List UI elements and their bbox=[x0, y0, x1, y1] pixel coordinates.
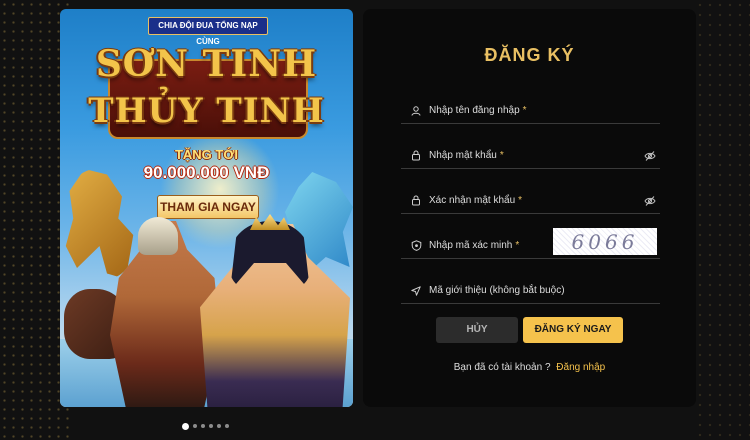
lock-icon bbox=[409, 194, 423, 208]
eye-slash-icon[interactable] bbox=[644, 149, 656, 161]
form-title: ĐĂNG KÝ bbox=[484, 45, 575, 65]
verification-code-placeholder: Nhập mã xác minh bbox=[429, 240, 513, 251]
register-now-button[interactable]: ĐĂNG KÝ NGAY bbox=[523, 317, 623, 343]
carousel-dot[interactable] bbox=[217, 424, 221, 428]
join-now-button[interactable]: THAM GIA NGAY bbox=[157, 195, 259, 219]
login-link[interactable]: Đăng nhập bbox=[556, 362, 605, 373]
user-icon bbox=[409, 104, 423, 118]
lock-icon bbox=[409, 149, 423, 163]
password-placeholder: Nhập mật khẩu bbox=[429, 150, 497, 161]
username-placeholder: Nhập tên đăng nhập bbox=[429, 105, 520, 116]
captcha-image[interactable]: 6066 bbox=[553, 228, 657, 255]
username-field[interactable]: Nhập tên đăng nhập * bbox=[401, 98, 660, 124]
eye-slash-icon[interactable] bbox=[644, 194, 656, 206]
cancel-button[interactable]: HỦY bbox=[436, 317, 518, 343]
banner-subtitle: TẶNG TỚI bbox=[174, 147, 239, 162]
confirm-password-field[interactable]: Xác nhận mật khẩu * bbox=[401, 188, 660, 214]
required-mark: * bbox=[499, 150, 504, 161]
background-pattern-right bbox=[695, 0, 750, 440]
send-icon bbox=[409, 284, 423, 298]
carousel-dot[interactable] bbox=[193, 424, 197, 428]
banner-title-line2: THỦY TINH bbox=[88, 91, 325, 131]
golden-horse-illustration bbox=[65, 169, 134, 279]
register-panel: ĐĂNG KÝ Nhập tên đăng nhập * Nhập mật kh… bbox=[363, 9, 696, 407]
password-field[interactable]: Nhập mật khẩu * bbox=[401, 143, 660, 169]
login-prompt-text: Bạn đã có tài khoản ? bbox=[453, 362, 551, 373]
login-prompt-line: Bạn đã có tài khoản ? Đăng nhập bbox=[363, 362, 696, 373]
referral-code-field[interactable]: Mã giới thiệu (không bắt buộc) bbox=[401, 278, 660, 304]
required-mark: * bbox=[518, 195, 523, 206]
carousel-dot[interactable] bbox=[225, 424, 229, 428]
carousel-dot-active[interactable] bbox=[182, 422, 189, 430]
carousel-dot[interactable] bbox=[209, 424, 213, 428]
promo-pill: CHIA ĐỘI ĐUA TỔNG NẠP CÙNG bbox=[148, 17, 268, 46]
referral-code-placeholder: Mã giới thiệu (không bắt buộc) bbox=[429, 285, 565, 296]
verification-code-field[interactable]: Nhập mã xác minh * 6066 bbox=[401, 228, 660, 259]
required-mark: * bbox=[515, 240, 520, 251]
required-mark: * bbox=[522, 105, 527, 116]
carousel-dot[interactable] bbox=[201, 424, 205, 428]
warrior-helmet bbox=[138, 217, 178, 255]
banner-title-line1: SƠN TINH bbox=[95, 43, 318, 85]
promo-banner[interactable]: CHIA ĐỘI ĐUA TỔNG NẠP CÙNG SƠN TINH THỦY… bbox=[60, 9, 353, 407]
shield-icon bbox=[409, 239, 423, 253]
confirm-password-placeholder: Xác nhận mật khẩu bbox=[429, 195, 516, 206]
carousel-dots bbox=[182, 422, 229, 430]
